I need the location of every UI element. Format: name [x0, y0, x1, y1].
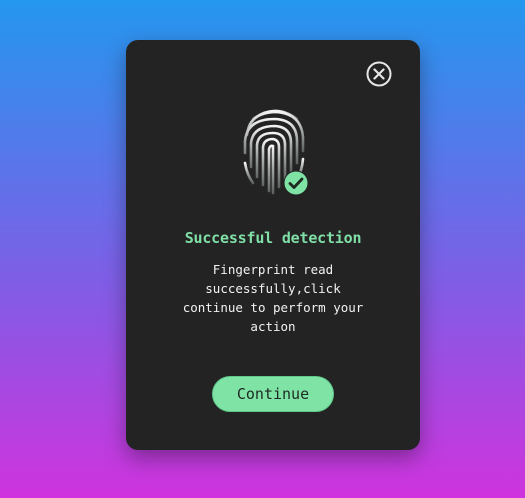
message-line: continue to perform your [182, 300, 364, 315]
continue-button[interactable]: Continue [212, 376, 334, 412]
message-line: Fingerprint read [212, 262, 334, 277]
message-line: successfully,click [205, 281, 341, 296]
dialog-message: Fingerprint read successfully,click cont… [173, 260, 373, 336]
close-button[interactable] [366, 61, 392, 87]
success-dialog: Successful detection Fingerprint read su… [126, 40, 420, 450]
check-circle-icon [283, 170, 309, 196]
message-line: action [250, 319, 296, 334]
close-icon[interactable] [366, 61, 392, 87]
dialog-title: Successful detection [184, 229, 362, 247]
